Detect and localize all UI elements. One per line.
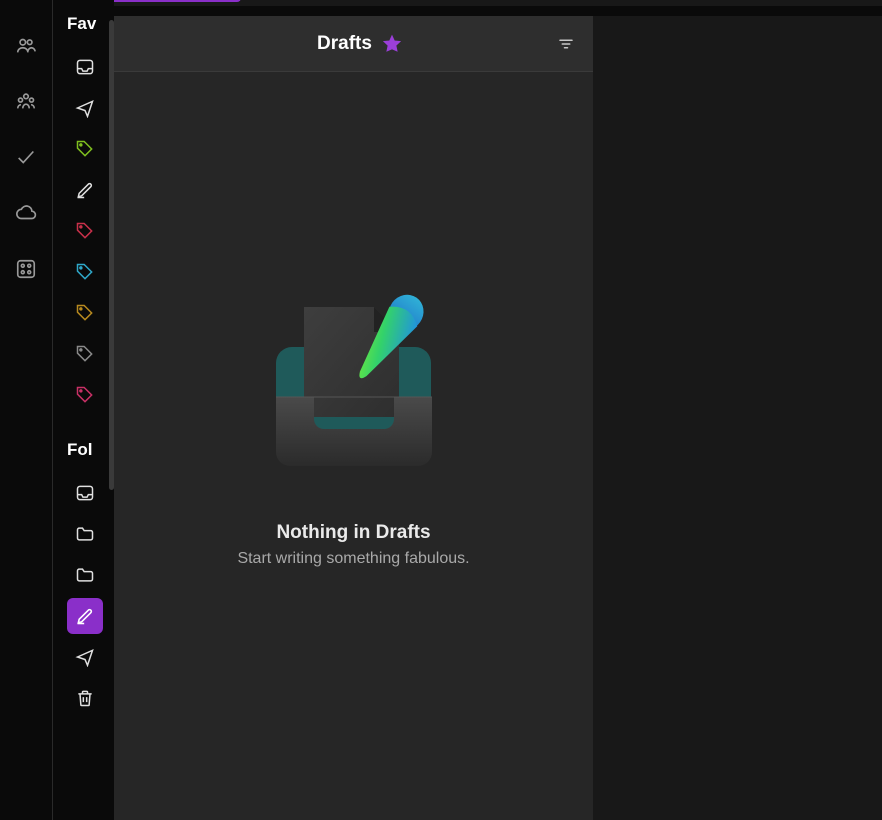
apps-icon[interactable] [14, 257, 38, 281]
fav-tag-pink[interactable] [67, 377, 103, 413]
activity-rail [0, 0, 53, 820]
reading-pane [593, 16, 882, 820]
empty-state: Nothing in Drafts Start writing somethin… [114, 72, 593, 820]
fav-sent[interactable] [67, 90, 103, 126]
panel-header: Drafts [114, 16, 593, 72]
fav-tag-red[interactable] [67, 213, 103, 249]
fav-tag-cyan[interactable] [67, 254, 103, 290]
empty-subtitle: Start writing something fabulous. [237, 550, 469, 568]
folder-inbox[interactable] [67, 475, 103, 511]
task-icon[interactable] [14, 145, 38, 169]
fav-inbox[interactable] [67, 49, 103, 85]
drafts-empty-icon [254, 282, 454, 482]
fav-tag-gray[interactable] [67, 336, 103, 372]
team-icon[interactable] [14, 89, 38, 113]
panel-title: Drafts [317, 33, 372, 55]
folder-generic-2[interactable] [67, 557, 103, 593]
folder-sent[interactable] [67, 639, 103, 675]
filter-icon[interactable] [557, 35, 575, 53]
fav-tag-green[interactable] [67, 131, 103, 167]
folders-section-label: Fol [53, 436, 114, 470]
message-list-panel: Drafts [114, 16, 593, 820]
folder-trash[interactable] [67, 680, 103, 716]
star-icon[interactable] [382, 34, 402, 54]
fav-drafts[interactable] [67, 172, 103, 208]
fav-tag-yellow[interactable] [67, 295, 103, 331]
folder-generic-1[interactable] [67, 516, 103, 552]
empty-title: Nothing in Drafts [276, 522, 430, 544]
folder-drafts[interactable] [67, 598, 103, 634]
contacts-icon[interactable] [14, 33, 38, 57]
favorites-section-label: Fav [53, 10, 114, 44]
folder-sidebar: Fav Fol [53, 0, 114, 820]
cloud-icon[interactable] [14, 201, 38, 225]
